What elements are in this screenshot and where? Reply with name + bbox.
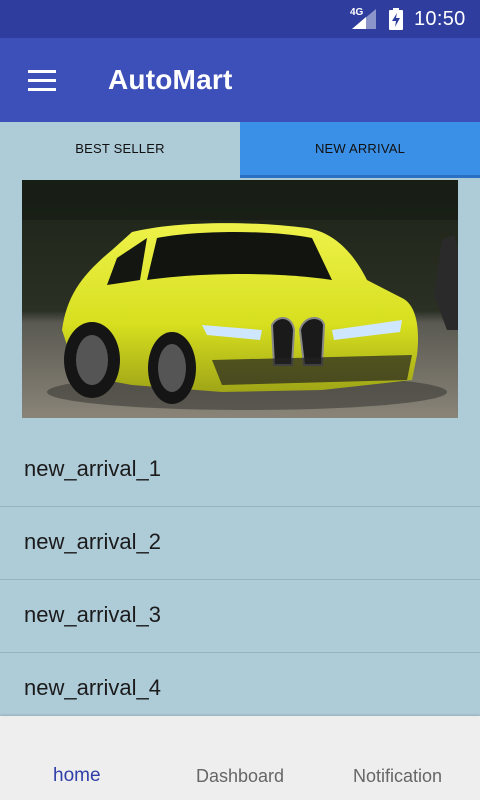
status-time: 10:50 [414,8,466,30]
nav-dashboard[interactable]: Dashboard [196,766,284,787]
signal-icon [352,9,376,29]
list-item[interactable]: new_arrival_2 [0,507,480,580]
content-area: new_arrival_1 new_arrival_2 new_arrival_… [0,178,480,716]
featured-car-image[interactable] [22,180,458,418]
hamburger-menu-icon[interactable] [20,64,56,96]
status-bar: 4G 10:50 [0,0,480,38]
list-item-label: new_arrival_1 [24,456,161,481]
tab-new-arrival[interactable]: NEW ARRIVAL [240,122,480,178]
nav-notification[interactable]: Notification [353,766,442,787]
list-item[interactable]: new_arrival_3 [0,580,480,653]
list-item-label: new_arrival_3 [24,602,161,627]
list-item-label: new_arrival_4 [24,675,161,700]
list-item[interactable]: new_arrival_1 [0,434,480,507]
nav-home[interactable]: home [53,765,101,787]
battery-charging-icon [389,8,403,30]
tab-best-seller[interactable]: BEST SELLER [0,122,240,178]
app-title: AutoMart [108,64,233,95]
tab-bar: BEST SELLER NEW ARRIVAL [0,122,480,178]
app-bar: AutoMart [0,38,480,122]
bottom-navigation: home Dashboard Notification [0,716,480,800]
list-item-label: new_arrival_2 [24,529,161,554]
